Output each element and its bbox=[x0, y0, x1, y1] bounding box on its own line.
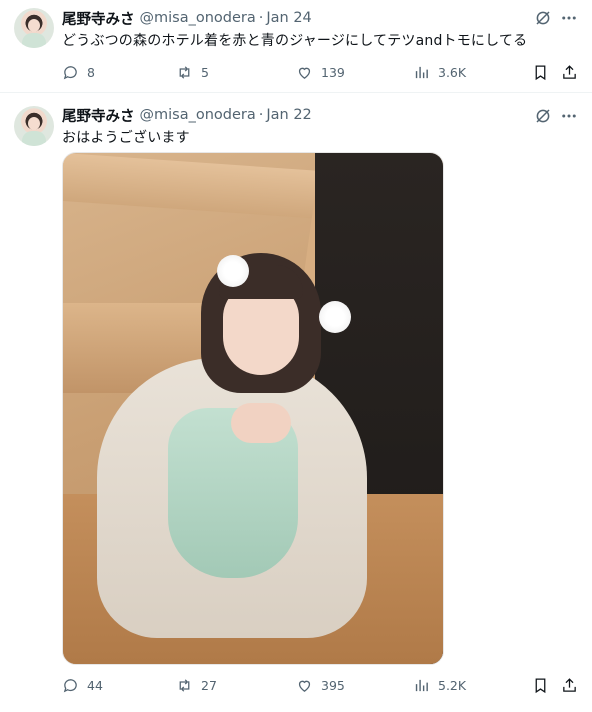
share-icon bbox=[563, 677, 576, 692]
views-count: 5.2K bbox=[438, 677, 467, 693]
tweet-text: どうぶつの森のホテル着を赤と青のジャージにしてテツandトモにしてる bbox=[62, 33, 528, 49]
repost-count: 5 bbox=[201, 64, 209, 80]
reply-button[interactable]: 44 bbox=[62, 675, 103, 695]
repost-icon bbox=[179, 65, 190, 79]
tweet[interactable]: 尾野寺みさ @misa_onodera · Jan 24 どうぶつの森のホテル着… bbox=[0, 0, 592, 93]
avatar[interactable] bbox=[14, 8, 54, 48]
repost-icon bbox=[179, 678, 190, 692]
tweet-header: 尾野寺みさ @misa_onodera · Jan 22 bbox=[62, 105, 312, 125]
bookmark-icon bbox=[535, 64, 546, 80]
tweet-date[interactable]: Jan 22 bbox=[266, 107, 311, 123]
author-name[interactable]: 尾野寺みさ bbox=[62, 105, 135, 126]
reply-icon bbox=[63, 65, 77, 79]
reply-count: 44 bbox=[87, 677, 103, 693]
author-name[interactable]: 尾野寺みさ bbox=[62, 8, 135, 29]
repost-button[interactable]: 5 bbox=[176, 62, 209, 82]
grok-icon[interactable] bbox=[534, 107, 552, 125]
like-count: 395 bbox=[321, 677, 345, 693]
reply-button[interactable]: 8 bbox=[62, 62, 95, 82]
share-icon bbox=[563, 64, 576, 79]
like-icon bbox=[298, 680, 311, 692]
tweet-photo[interactable] bbox=[62, 152, 444, 665]
separator: · bbox=[258, 107, 264, 123]
author-handle[interactable]: @misa_onodera bbox=[140, 10, 256, 26]
avatar[interactable] bbox=[14, 106, 54, 146]
bookmark-button[interactable] bbox=[532, 675, 550, 695]
views-icon bbox=[415, 679, 428, 691]
action-bar: 44 27 395 5.2K bbox=[62, 675, 582, 695]
action-bar: 8 5 139 3.6K bbox=[62, 62, 582, 82]
tweet-text: おはようございます bbox=[62, 130, 190, 146]
share-button[interactable] bbox=[561, 62, 579, 82]
views-button[interactable]: 3.6K bbox=[413, 62, 466, 82]
bookmark-icon bbox=[535, 677, 546, 693]
views-button[interactable]: 5.2K bbox=[413, 675, 466, 695]
more-icon[interactable] bbox=[560, 107, 578, 125]
share-button[interactable] bbox=[561, 675, 579, 695]
reply-icon bbox=[63, 678, 77, 692]
views-count: 3.6K bbox=[438, 64, 467, 80]
tweet-header: 尾野寺みさ @misa_onodera · Jan 24 bbox=[62, 8, 312, 28]
separator: · bbox=[258, 10, 264, 26]
tweet[interactable]: 尾野寺みさ @misa_onodera · Jan 22 おはようございます 4… bbox=[0, 93, 592, 712]
like-button[interactable]: 139 bbox=[296, 62, 345, 82]
bookmark-button[interactable] bbox=[532, 62, 550, 82]
grok-icon[interactable] bbox=[534, 9, 552, 27]
like-icon bbox=[298, 67, 311, 79]
more-icon[interactable] bbox=[560, 9, 578, 27]
tweet-date[interactable]: Jan 24 bbox=[266, 10, 311, 26]
views-icon bbox=[415, 66, 428, 78]
like-button[interactable]: 395 bbox=[296, 675, 345, 695]
repost-count: 27 bbox=[201, 677, 217, 693]
like-count: 139 bbox=[321, 64, 345, 80]
author-handle[interactable]: @misa_onodera bbox=[140, 107, 256, 123]
reply-count: 8 bbox=[87, 64, 95, 80]
repost-button[interactable]: 27 bbox=[176, 675, 217, 695]
